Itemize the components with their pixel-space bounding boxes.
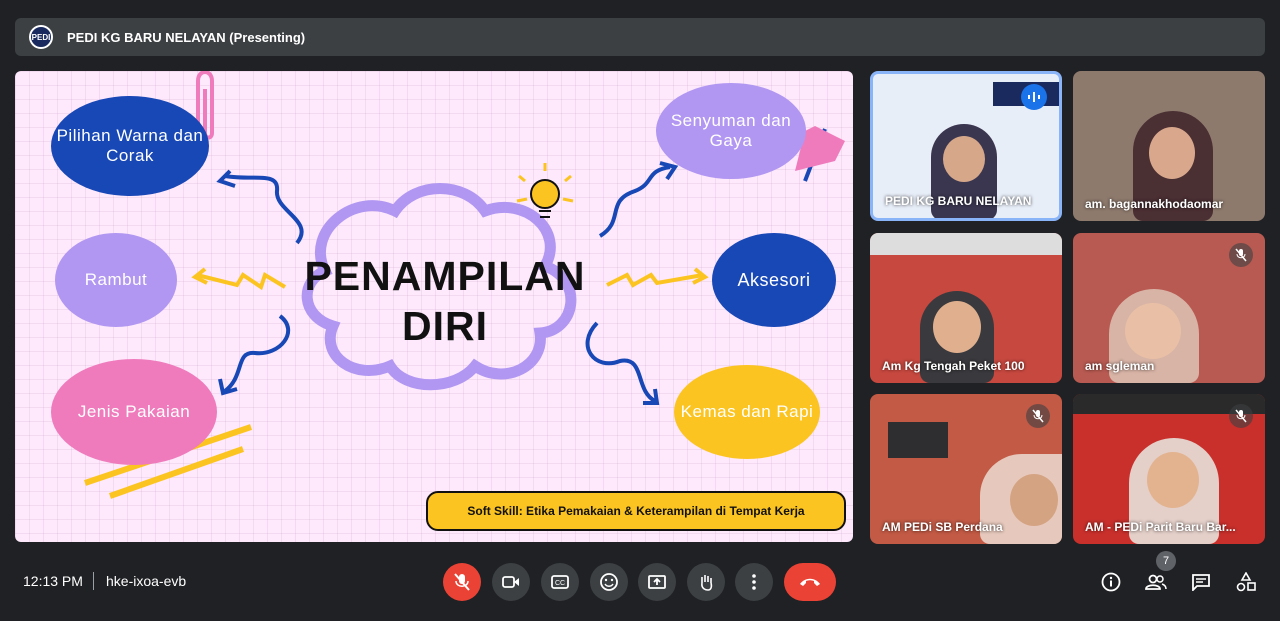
video-ceiling — [870, 233, 1062, 255]
slide-footer: Soft Skill: Etika Pemakaian & Keterampil… — [426, 491, 846, 531]
bubble-aksesori: Aksesori — [712, 233, 836, 327]
camera-toggle-button[interactable] — [492, 563, 530, 601]
participant-name: Am Kg Tengah Peket 100 — [882, 359, 1025, 373]
chat-icon — [1192, 574, 1210, 591]
meeting-info-button[interactable] — [1096, 567, 1126, 597]
divider — [93, 572, 94, 590]
clock: 12:13 PM — [23, 573, 83, 589]
participant-face — [1147, 452, 1199, 508]
meeting-code: hke-ixoa-evb — [106, 573, 187, 589]
slide-title: PENAMPILAN DIRI — [285, 251, 605, 351]
captions-button[interactable]: CC — [541, 563, 579, 601]
participant-tile[interactable]: am. bagannakhodaomar — [1073, 71, 1265, 221]
bubble-pilihan-warna: Pilihan Warna dan Corak — [51, 96, 209, 196]
mic-muted-icon — [1229, 404, 1253, 428]
participant-name: PEDI KG BARU NELAYAN — [885, 194, 1032, 208]
arrow-to-senyum — [598, 165, 671, 238]
mic-toggle-button[interactable] — [443, 563, 481, 601]
org-logo: PEDI — [29, 25, 53, 49]
arrow-to-jenis — [223, 314, 291, 393]
captions-icon: CC — [551, 575, 569, 589]
participant-name: AM - PEDi Parit Baru Bar... — [1085, 520, 1236, 534]
mic-muted-icon — [1229, 243, 1253, 267]
leave-call-button[interactable] — [784, 563, 836, 601]
camera-icon — [502, 576, 519, 588]
mic-muted-icon — [1026, 404, 1050, 428]
participant-face — [1010, 474, 1058, 526]
phone-hangup-icon — [800, 578, 820, 586]
participant-tile[interactable]: PEDI KG BARU NELAYAN — [870, 71, 1062, 221]
bubble-kemas: Kemas dan Rapi — [674, 365, 820, 459]
participant-tile[interactable]: am sgleman — [1073, 233, 1265, 383]
info-icon — [1101, 572, 1121, 592]
bubble-jenis-pakaian: Jenis Pakaian — [51, 359, 217, 465]
bubble-senyuman: Senyuman dan Gaya — [656, 83, 806, 179]
participant-face — [1149, 127, 1195, 179]
meeting-controls-bar: 12:13 PM hke-ixoa-evb CC — [0, 555, 1280, 611]
present-screen-button[interactable] — [638, 563, 676, 601]
participant-face — [933, 301, 981, 353]
people-button[interactable] — [1141, 567, 1171, 597]
svg-text:CC: CC — [555, 580, 565, 587]
participant-name: am. bagannakhodaomar — [1085, 197, 1224, 211]
present-icon — [648, 575, 666, 589]
more-options-button[interactable] — [735, 563, 773, 601]
chat-button[interactable] — [1186, 567, 1216, 597]
shared-slide: Pilihan Warna dan Corak Rambut Jenis Pak… — [15, 71, 853, 542]
hand-icon — [701, 575, 713, 591]
people-icon — [1145, 574, 1167, 590]
slide-title-line1: PENAMPILAN — [304, 253, 586, 299]
arrow-to-pilihan — [224, 174, 304, 245]
participant-name: AM PEDi SB Perdana — [882, 520, 1003, 534]
participant-face — [1125, 303, 1181, 359]
zigzag-to-rambut — [196, 272, 287, 291]
emoji-button[interactable] — [590, 563, 628, 601]
video-tv — [888, 422, 948, 458]
speaking-indicator-icon — [1021, 84, 1047, 110]
participant-name: am sgleman — [1085, 359, 1155, 373]
raise-hand-button[interactable] — [687, 563, 725, 601]
participant-tile[interactable]: Am Kg Tengah Peket 100 — [870, 233, 1062, 383]
participant-tile[interactable]: AM PEDi SB Perdana — [870, 394, 1062, 544]
more-vert-icon — [752, 574, 756, 590]
activities-icon — [1236, 572, 1256, 592]
participant-tile[interactable]: AM - PEDi Parit Baru Bar... — [1073, 394, 1265, 544]
zigzag-to-aksesori — [606, 272, 704, 288]
bubble-rambut: Rambut — [55, 233, 177, 327]
presenting-bar: PEDI PEDI KG BARU NELAYAN (Presenting) — [15, 18, 1265, 56]
slide-title-line2: DIRI — [402, 303, 488, 349]
emoji-icon — [600, 573, 618, 591]
participant-count-badge: 7 — [1156, 551, 1176, 571]
mic-off-icon — [454, 573, 470, 591]
activities-button[interactable] — [1231, 567, 1261, 597]
participant-face — [943, 136, 985, 182]
presenting-title: PEDI KG BARU NELAYAN (Presenting) — [67, 29, 306, 45]
